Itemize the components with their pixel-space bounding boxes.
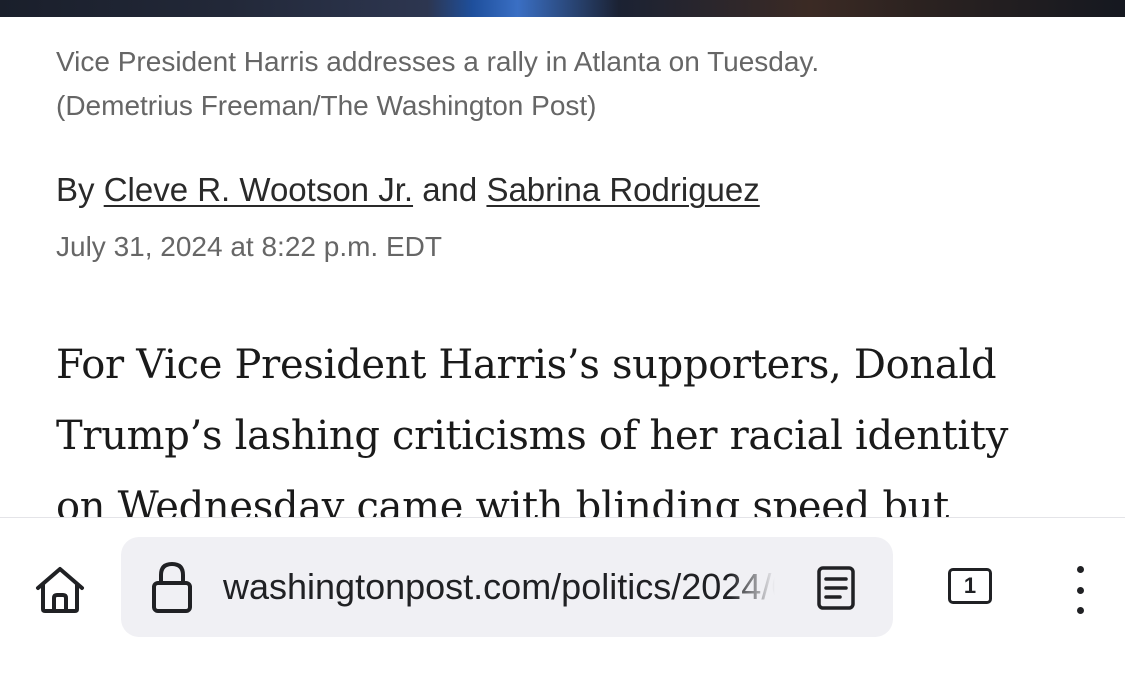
more-vertical-icon: [1076, 607, 1084, 614]
more-vertical-icon: [1076, 566, 1084, 573]
reader-mode-button[interactable]: [811, 563, 861, 613]
home-button[interactable]: [28, 558, 92, 622]
tabs-button[interactable]: 1: [944, 562, 1002, 614]
photo-caption: Vice President Harris addresses a rally …: [56, 40, 1066, 128]
article-body: For Vice President Harris’s supporters, …: [56, 330, 1096, 518]
home-icon: [36, 567, 84, 613]
tab-count: 1: [963, 573, 977, 598]
url-bar[interactable]: washingtonpost.com/politics/2024/07/31/h…: [121, 537, 893, 637]
article-line: Trump’s lashing criticisms of her racial…: [56, 413, 1008, 459]
browser-toolbar: washingtonpost.com/politics/2024/07/31/h…: [0, 517, 1125, 677]
article-photo: [0, 0, 1125, 17]
byline-prefix: By: [56, 171, 95, 208]
url-text[interactable]: washingtonpost.com/politics/2024/07/31/h…: [223, 564, 775, 610]
author-link-1[interactable]: Cleve R. Wootson Jr.: [104, 171, 413, 208]
more-menu-button[interactable]: [1060, 562, 1100, 618]
publish-date: July 31, 2024 at 8:22 p.m. EDT: [56, 231, 442, 262]
tabs-icon: 1: [948, 568, 992, 604]
article-line: on Wednesday came with blinding speed bu…: [56, 484, 949, 518]
lock-icon: [152, 561, 192, 613]
article-line: For Vice President Harris’s supporters, …: [56, 342, 997, 388]
caption-credit: (Demetrius Freeman/The Washington Post): [56, 90, 597, 121]
more-vertical-icon: [1076, 586, 1084, 594]
reader-mode-icon: [817, 566, 855, 610]
author-link-2[interactable]: Sabrina Rodriguez: [486, 171, 759, 208]
byline: By Cleve R. Wootson Jr. and Sabrina Rodr…: [56, 168, 760, 212]
byline-conjunction: and: [422, 171, 478, 208]
caption-text: Vice President Harris addresses a rally …: [56, 46, 820, 77]
